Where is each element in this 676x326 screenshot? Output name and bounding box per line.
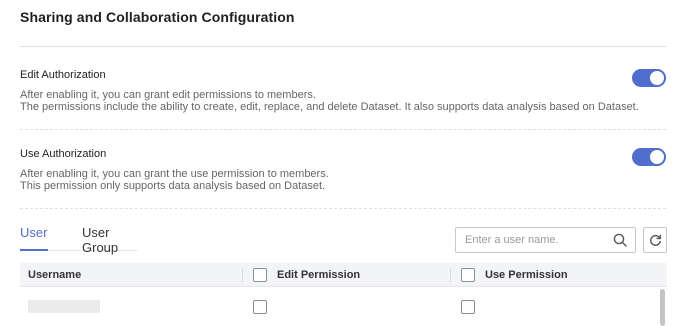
column-header-edit-permission: Edit Permission <box>277 269 361 281</box>
active-tab-indicator <box>20 249 48 251</box>
refresh-button[interactable] <box>643 227 667 253</box>
title-divider <box>20 46 666 47</box>
toggle-knob <box>650 71 664 85</box>
column-separator <box>450 268 451 282</box>
toggle-knob <box>650 150 664 164</box>
tab-user[interactable]: User <box>20 225 47 240</box>
search-icon[interactable] <box>613 233 627 247</box>
use-authorization-label: Use Authorization <box>20 148 107 160</box>
user-search-box <box>455 227 636 253</box>
table-header: Username Edit Permission Use Permission <box>20 263 667 287</box>
use-permission-checkbox[interactable] <box>461 300 475 314</box>
edit-authorization-label: Edit Authorization <box>20 69 106 81</box>
section-divider <box>20 208 666 209</box>
edit-authorization-description: After enabling it, you can grant edit pe… <box>20 89 666 113</box>
masked-username <box>28 300 100 313</box>
column-separator <box>242 268 243 282</box>
user-search-input[interactable] <box>465 228 605 252</box>
column-header-use-permission: Use Permission <box>485 269 568 281</box>
edit-permission-checkbox[interactable] <box>253 300 267 314</box>
select-all-edit-checkbox[interactable] <box>253 268 267 282</box>
section-divider <box>20 129 666 130</box>
use-authorization-section: Use Authorization After enabling it, you… <box>20 148 666 198</box>
table-row <box>20 288 667 326</box>
use-authorization-description: After enabling it, you can grant the use… <box>20 168 666 192</box>
tab-user-group[interactable]: User Group <box>82 225 138 255</box>
refresh-icon <box>650 234 662 246</box>
permission-tabs: User User Group <box>20 225 138 255</box>
edit-authorization-section: Edit Authorization After enabling it, yo… <box>20 69 666 119</box>
edit-authorization-desc-line2: The permissions include the ability to c… <box>20 101 639 113</box>
use-authorization-toggle[interactable] <box>632 148 666 166</box>
select-all-use-checkbox[interactable] <box>461 268 475 282</box>
edit-authorization-desc-line1: After enabling it, you can grant edit pe… <box>20 89 316 101</box>
use-authorization-desc-line1: After enabling it, you can grant the use… <box>20 168 329 180</box>
use-authorization-desc-line2: This permission only supports data analy… <box>20 180 326 192</box>
edit-authorization-toggle[interactable] <box>632 69 666 87</box>
column-header-username: Username <box>28 269 82 281</box>
table-scrollbar[interactable] <box>660 289 665 326</box>
page-title: Sharing and Collaboration Configuration <box>20 9 295 25</box>
